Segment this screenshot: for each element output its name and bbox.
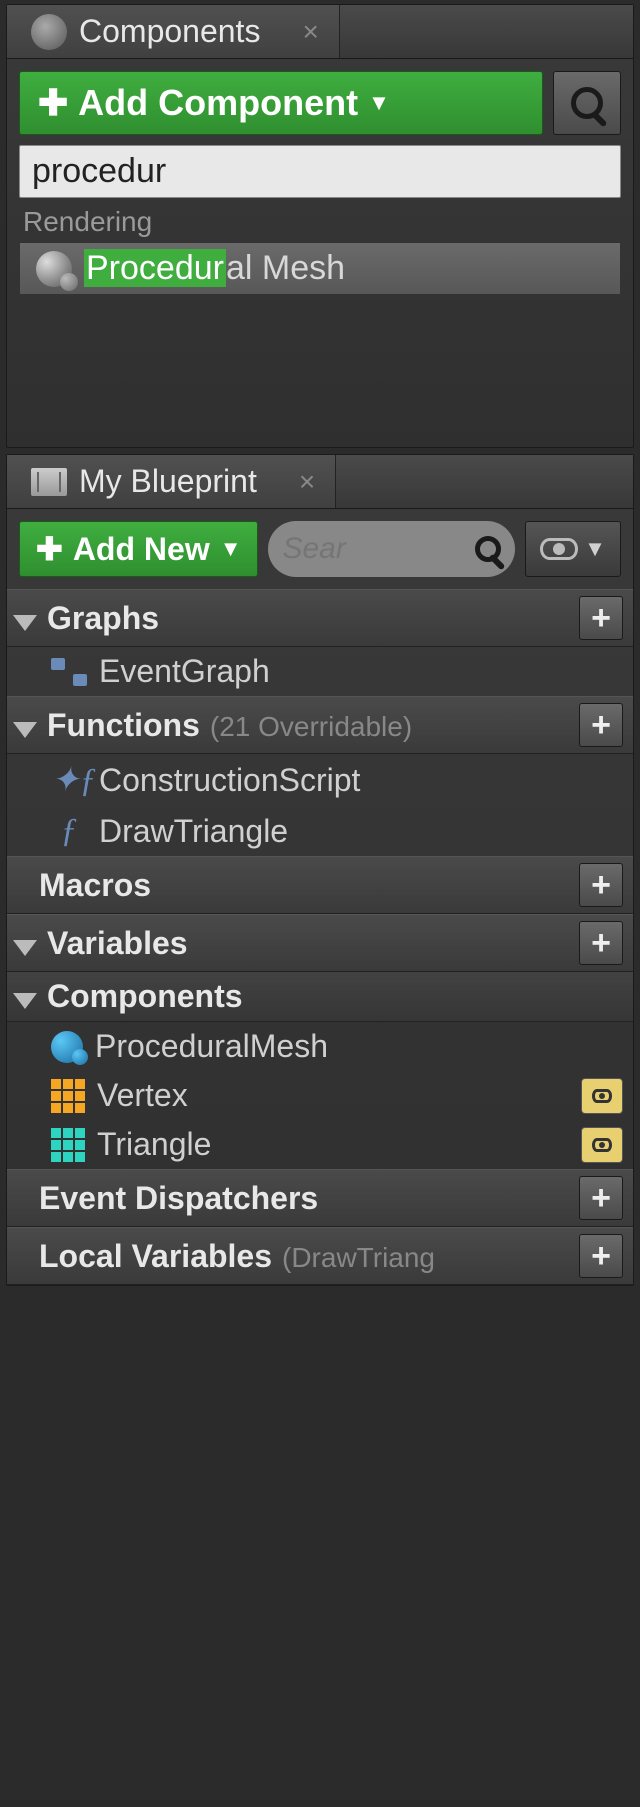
blueprint-icon (31, 468, 67, 496)
section-title: Event Dispatchers (39, 1180, 318, 1217)
eye-icon (540, 538, 578, 560)
search-icon (475, 536, 501, 562)
section-title: Local Variables (39, 1238, 272, 1275)
graph-icon (51, 658, 87, 686)
item-label: ConstructionScript (99, 762, 360, 799)
add-new-label: Add New (73, 531, 210, 568)
add-local-variable-button[interactable]: + (579, 1234, 623, 1278)
expand-icon (13, 722, 37, 738)
blueprint-toolbar: ✚ Add New ▼ ▼ (7, 509, 633, 589)
visibility-toggle[interactable] (581, 1127, 623, 1163)
result-text: Procedural Mesh (84, 249, 345, 288)
function-drawtriangle[interactable]: ƒ DrawTriangle (7, 806, 633, 856)
function-constructionscript[interactable]: ✦ƒ ConstructionScript (7, 754, 633, 806)
section-title: Functions (47, 707, 200, 744)
section-event-dispatchers[interactable]: Event Dispatchers + (7, 1169, 633, 1227)
component-icon (51, 1031, 83, 1063)
variable-triangle[interactable]: Triangle (7, 1120, 633, 1169)
components-icon (31, 14, 67, 50)
section-sub: (DrawTriang (282, 1242, 435, 1274)
visibility-toggle[interactable] (581, 1078, 623, 1114)
eye-icon (592, 1089, 612, 1103)
chevron-down-icon: ▼ (220, 536, 242, 562)
add-dispatcher-button[interactable]: + (579, 1176, 623, 1220)
my-blueprint-tab-label: My Blueprint (79, 463, 257, 500)
plus-icon: ✚ (38, 82, 68, 124)
section-title: Variables (47, 925, 188, 962)
add-graph-button[interactable]: + (579, 596, 623, 640)
component-proceduralmesh[interactable]: ProceduralMesh (7, 1022, 633, 1071)
blueprint-search-input[interactable] (282, 532, 467, 566)
add-variable-button[interactable]: + (579, 921, 623, 965)
add-component-button[interactable]: ✚ Add Component ▼ (19, 71, 543, 135)
view-options-button[interactable]: ▼ (525, 521, 621, 577)
section-title: Macros (39, 867, 151, 904)
mesh-icon (36, 251, 72, 287)
item-label: EventGraph (99, 653, 270, 690)
expand-icon (13, 940, 37, 956)
my-blueprint-panel: My Blueprint × ✚ Add New ▼ ▼ Graphs + Ev… (6, 454, 634, 1286)
section-title: Components (47, 978, 243, 1015)
section-title: Graphs (47, 600, 159, 637)
components-panel: Components × ✚ Add Component ▼ Rendering… (6, 4, 634, 448)
function-icon: ƒ (51, 812, 87, 850)
result-highlight: Procedur (84, 249, 226, 287)
add-new-button[interactable]: ✚ Add New ▼ (19, 521, 258, 577)
chevron-down-icon: ▼ (368, 90, 390, 116)
variable-vertex[interactable]: Vertex (7, 1071, 633, 1120)
close-icon[interactable]: × (299, 466, 315, 498)
item-label: DrawTriangle (99, 813, 288, 850)
array-icon (51, 1079, 85, 1113)
search-result-procedural-mesh[interactable]: Procedural Mesh (19, 242, 621, 295)
result-rest: al Mesh (226, 249, 345, 287)
plus-icon: ✚ (36, 530, 63, 568)
components-body: ✚ Add Component ▼ Rendering Procedural M… (7, 59, 633, 307)
item-label: Triangle (97, 1126, 211, 1163)
section-local-variables[interactable]: Local Variables (DrawTriang + (7, 1227, 633, 1285)
item-label: Vertex (97, 1077, 188, 1114)
empty-space (7, 307, 633, 447)
graph-eventgraph[interactable]: EventGraph (7, 647, 633, 696)
my-blueprint-tab[interactable]: My Blueprint × (7, 455, 336, 508)
blueprint-tab-bar: My Blueprint × (7, 455, 633, 509)
section-sub: (21 Overridable) (210, 711, 412, 743)
close-icon[interactable]: × (302, 16, 318, 48)
components-tab-label: Components (79, 13, 260, 50)
section-functions[interactable]: Functions (21 Overridable) + (7, 696, 633, 754)
section-graphs[interactable]: Graphs + (7, 589, 633, 647)
chevron-down-icon: ▼ (584, 536, 606, 562)
section-components[interactable]: Components (7, 972, 633, 1022)
search-button[interactable] (553, 71, 621, 135)
search-category-rendering: Rendering (19, 198, 621, 242)
expand-icon (13, 993, 37, 1009)
components-toolbar: ✚ Add Component ▼ (19, 71, 621, 135)
array-icon (51, 1128, 85, 1162)
components-tab[interactable]: Components × (7, 5, 340, 58)
component-search-input[interactable] (19, 145, 621, 198)
item-label: ProceduralMesh (95, 1028, 328, 1065)
section-macros[interactable]: Macros + (7, 856, 633, 914)
add-component-label: Add Component (78, 82, 358, 124)
eye-icon (592, 1138, 612, 1152)
function-icon: ✦ƒ (51, 760, 87, 800)
add-macro-button[interactable]: + (579, 863, 623, 907)
blueprint-search[interactable] (268, 521, 515, 577)
section-variables[interactable]: Variables + (7, 914, 633, 972)
expand-icon (13, 615, 37, 631)
add-function-button[interactable]: + (579, 703, 623, 747)
components-tab-bar: Components × (7, 5, 633, 59)
search-icon (571, 87, 603, 119)
